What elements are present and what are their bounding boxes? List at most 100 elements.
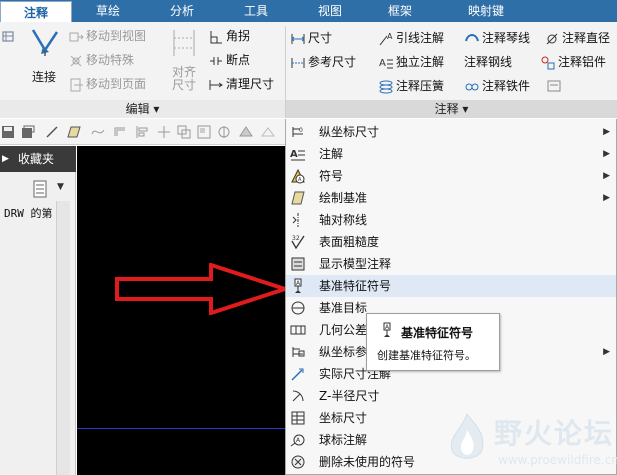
more-annotation-icon[interactable]	[546, 78, 562, 94]
tab-tools[interactable]: 工具	[232, 0, 280, 22]
angle-label: 角拐	[226, 29, 251, 43]
tab-mapkeys[interactable]: 映射键	[456, 0, 516, 22]
hatch-icon[interactable]	[260, 124, 276, 140]
move-to-page-button[interactable]: 移动到页面	[68, 74, 146, 94]
tab-annotate[interactable]: 注释	[0, 1, 72, 22]
save-copy-icon[interactable]	[20, 124, 36, 140]
menu-item-symmetry-line[interactable]: 轴对称线	[286, 209, 616, 231]
menu-item-label: 纵坐标参	[319, 345, 368, 359]
menu-item-label: 绘制基准	[319, 191, 368, 205]
tree-item-drawing[interactable]: DRW 的第	[4, 205, 53, 221]
clean-dimensions-label: 清理尺寸	[226, 77, 275, 91]
line-icon[interactable]	[44, 124, 60, 140]
graphics-toolbar	[0, 119, 290, 145]
leader-note-label: 引线注解	[396, 31, 445, 45]
svg-text:A: A	[290, 149, 298, 160]
breakpoint-button[interactable]: 断点	[208, 50, 250, 70]
leader-note-icon: A	[379, 32, 393, 45]
reference-dimension-button[interactable]: 参考尺寸	[290, 52, 356, 72]
angle-icon	[210, 30, 222, 43]
symmetry-line-icon	[292, 213, 299, 227]
mirror-icon[interactable]	[216, 124, 232, 140]
submenu-arrow-icon: ▶	[603, 149, 610, 159]
parallelogram-icon[interactable]	[66, 124, 82, 140]
watermark-text: 野火论坛	[494, 417, 615, 450]
favorites-header[interactable]: ▶ 收藏夹	[0, 146, 76, 172]
tab-analysis[interactable]: 分析	[158, 0, 206, 22]
align-dimensions-button[interactable]: 对齐 尺寸	[164, 24, 204, 94]
menu-item-show-model-annotations[interactable]: 显示模型注释	[286, 253, 616, 275]
watermark-url: www.proewildfire.cn	[498, 453, 617, 467]
dimension-button[interactable]: 尺寸	[290, 28, 332, 48]
note-component-button[interactable]: 注释铝件	[540, 52, 606, 72]
datum-feature-symbol-icon: A	[294, 278, 302, 293]
offset-icon[interactable]	[112, 124, 128, 140]
dropdown-arrow-icon[interactable]: ▼	[57, 182, 64, 192]
clean-dimensions-button[interactable]: 清理尺寸	[208, 74, 274, 94]
menu-item-z-radius-dimension[interactable]: Z-半径尺寸	[286, 385, 616, 407]
favorites-label: 收藏夹	[18, 152, 55, 166]
independent-note-button[interactable]: A 独立注解	[378, 52, 444, 72]
tab-view[interactable]: 视图	[306, 0, 354, 22]
note-iron-piece-button[interactable]: 注释铁件	[464, 76, 530, 96]
align-icon[interactable]	[134, 124, 150, 140]
note-steel-wire-label: 注释钢线	[464, 55, 513, 69]
hose-icon	[465, 33, 479, 41]
menu-item-symbol[interactable]: A 符号 ▶	[286, 165, 616, 187]
red-pointer-arrow	[115, 263, 290, 315]
menu-item-surface-finish[interactable]: 32 表面粗糙度	[286, 231, 616, 253]
document-list-icon[interactable]	[32, 180, 48, 198]
note-steel-wire-button[interactable]: 注释钢线	[464, 52, 512, 72]
connect-button[interactable]: 连接	[26, 24, 64, 90]
move-to-page-icon	[70, 78, 83, 91]
move-special-label: 移动特殊	[86, 53, 135, 67]
dimension-icon	[291, 33, 305, 44]
menu-item-draw-datum[interactable]: 绘制基准 ▶	[286, 187, 616, 209]
align-dimensions-label-2: 尺寸	[172, 78, 197, 92]
note-spring-button[interactable]: 注释压簧	[378, 76, 444, 96]
symbol-icon: A	[291, 168, 305, 184]
angle-button[interactable]: 角拐	[208, 26, 250, 46]
menu-item-label: 几何公差	[319, 323, 368, 337]
trim-icon[interactable]	[156, 124, 172, 140]
tooltip-title: 基准特征符号	[401, 326, 474, 340]
svg-text:A: A	[387, 32, 393, 41]
watermark: 野火论坛 www.proewildfire.cn	[444, 410, 617, 475]
tab-frame[interactable]: 框架	[376, 0, 424, 22]
dimension-label: 尺寸	[308, 31, 333, 45]
tooltip-datum-feature-symbol: A 基准特征符号 创建基准特征符号。	[366, 313, 500, 371]
component-icon	[541, 56, 555, 69]
menu-item-label: 球标注解	[319, 433, 368, 447]
draft-grid-icon[interactable]	[2, 30, 18, 46]
note-diameter-label: 注释直径	[562, 31, 611, 45]
note-diameter-button[interactable]: 注释直径	[544, 28, 610, 48]
group-icon[interactable]	[196, 124, 212, 140]
independent-note-icon: A	[379, 58, 393, 69]
spring-icon	[379, 80, 393, 93]
surface-finish-icon: 32	[291, 235, 305, 250]
tab-sketch[interactable]: 草绘	[84, 0, 132, 22]
menu-item-datum-feature-symbol[interactable]: A 基准特征符号	[286, 275, 616, 297]
copy-icon[interactable]	[176, 124, 192, 140]
connect-icon	[31, 29, 59, 56]
flame-logo-icon	[450, 412, 484, 459]
edit-group-footer[interactable]: 编辑 ▾	[0, 100, 285, 118]
shade-icon[interactable]	[238, 124, 254, 140]
menu-item-ordinate-dimension[interactable]: 0 纵坐标尺寸 ▶	[286, 121, 616, 143]
clean-dimensions-icon	[209, 79, 223, 90]
ordinate-ref-icon	[292, 347, 305, 357]
note-hose-label: 注释琴线	[482, 31, 531, 45]
leader-note-button[interactable]: A 引线注解	[378, 28, 444, 48]
save-icon[interactable]	[0, 124, 16, 140]
move-special-icon	[70, 55, 82, 66]
submenu-arrow-icon: ▶	[603, 171, 610, 181]
menu-item-label: 纵坐标尺寸	[319, 125, 380, 139]
spline-icon[interactable]	[90, 124, 106, 140]
menu-item-note[interactable]: A 注解 ▶	[286, 143, 616, 165]
panel-scrollbar[interactable]	[56, 201, 70, 475]
move-to-view-button[interactable]: 移动到视图	[68, 26, 146, 46]
note-hose-button[interactable]: 注释琴线	[464, 28, 530, 48]
move-special-button[interactable]: 移动特殊	[68, 50, 134, 70]
annotation-group-footer[interactable]: 注释 ▾	[286, 100, 617, 118]
datum-draw-icon	[291, 191, 305, 205]
